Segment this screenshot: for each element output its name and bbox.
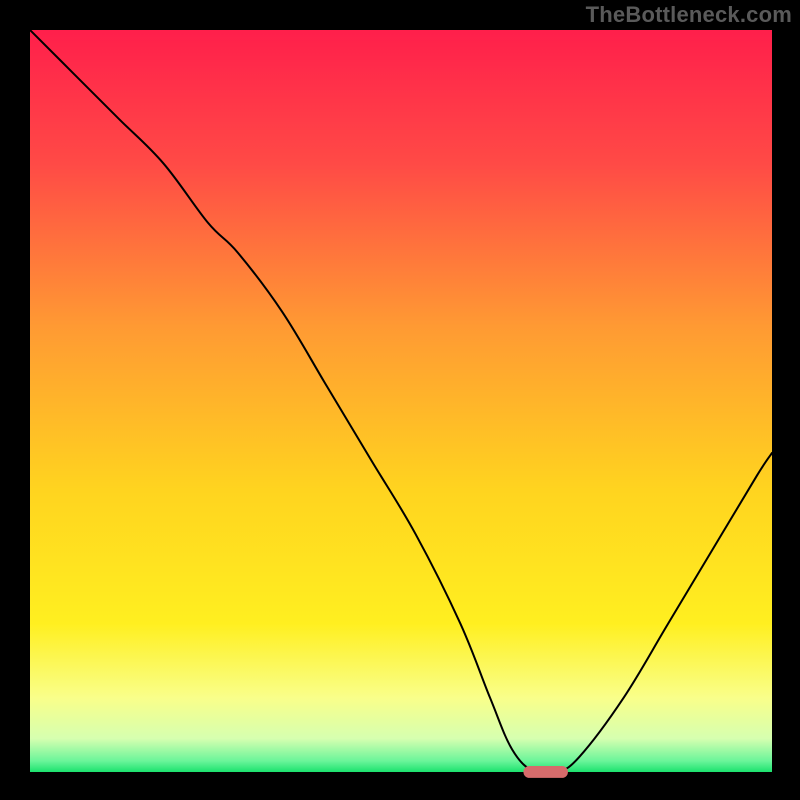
marker-layer: [523, 766, 568, 778]
selected-point-marker: [523, 766, 568, 778]
watermark-label: TheBottleneck.com: [586, 2, 792, 28]
bottleneck-chart: [0, 0, 800, 800]
chart-root: TheBottleneck.com: [0, 0, 800, 800]
